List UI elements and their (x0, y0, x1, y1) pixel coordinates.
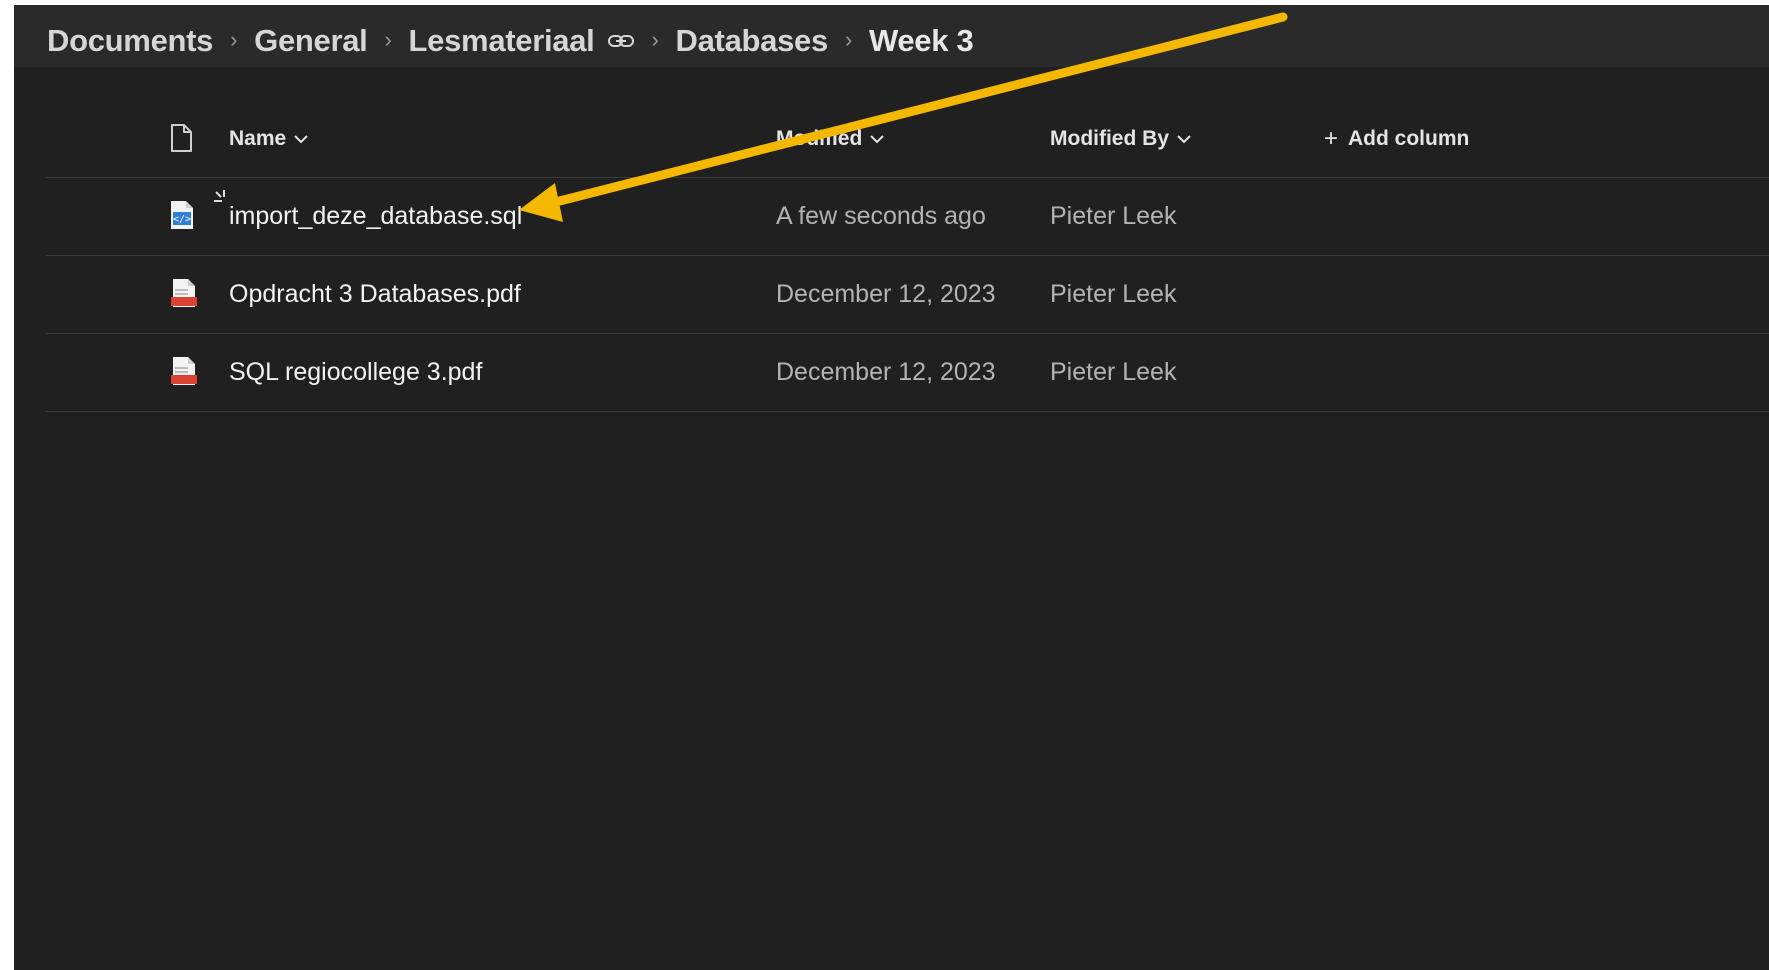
file-row[interactable]: </> import_deze_database.sql A few secon… (46, 178, 1769, 256)
files-view: Documents › General › Lesmateriaal › Dat… (14, 5, 1769, 970)
chevron-down-icon (294, 134, 308, 143)
file-row[interactable]: SQL regiocollege 3.pdf December 12, 2023… (46, 334, 1769, 412)
file-modified-by: Pieter Leek (1050, 202, 1177, 230)
code-file-icon: </> (171, 201, 193, 229)
column-modified-label: Modified (776, 127, 863, 150)
chevron-right-icon: › (230, 27, 238, 52)
breadcrumb-general[interactable]: General (254, 23, 368, 59)
chevron-right-icon: › (384, 27, 392, 52)
file-type-icon[interactable] (170, 124, 192, 152)
plus-icon: + (1324, 125, 1339, 152)
file-modified-by: Pieter Leek (1050, 280, 1177, 308)
column-modified-by[interactable]: Modified By (1050, 127, 1191, 151)
chevron-right-icon: › (844, 27, 852, 52)
column-name-label: Name (229, 127, 287, 150)
breadcrumb: Documents › General › Lesmateriaal › Dat… (47, 23, 974, 59)
link-icon[interactable] (607, 33, 635, 49)
breadcrumb-bar: Documents › General › Lesmateriaal › Dat… (14, 5, 1769, 67)
column-header-row: Name Modified Modified By + Add column (46, 107, 1769, 178)
chevron-right-icon: › (651, 27, 659, 52)
file-modified-by: Pieter Leek (1050, 358, 1177, 386)
column-modified[interactable]: Modified (776, 127, 885, 151)
chevron-down-icon (1177, 134, 1191, 143)
column-name[interactable]: Name (229, 127, 308, 151)
pdf-file-icon (171, 357, 197, 385)
breadcrumb-documents[interactable]: Documents (47, 23, 213, 59)
file-modified: December 12, 2023 (776, 280, 996, 308)
file-row[interactable]: Opdracht 3 Databases.pdf December 12, 20… (46, 256, 1769, 334)
add-column-label: Add column (1348, 127, 1470, 150)
add-column-button[interactable]: + Add column (1324, 127, 1469, 151)
breadcrumb-databases[interactable]: Databases (676, 23, 829, 59)
svg-text:</>: </> (173, 214, 191, 225)
file-name[interactable]: Opdracht 3 Databases.pdf (229, 280, 521, 309)
column-modified-by-label: Modified By (1050, 127, 1169, 150)
file-modified: December 12, 2023 (776, 358, 996, 386)
chevron-down-icon (870, 134, 885, 143)
file-name[interactable]: import_deze_database.sql (229, 202, 522, 231)
breadcrumb-lesmateriaal[interactable]: Lesmateriaal (409, 23, 595, 59)
file-modified: A few seconds ago (776, 202, 986, 230)
pdf-file-icon (171, 279, 197, 307)
breadcrumb-week-3: Week 3 (868, 23, 974, 58)
file-name[interactable]: SQL regiocollege 3.pdf (229, 358, 482, 387)
